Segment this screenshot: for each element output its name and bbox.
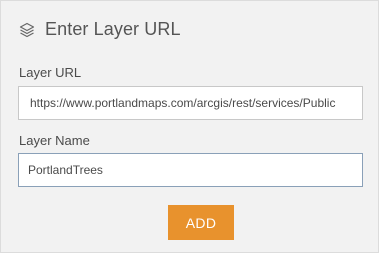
add-button[interactable]: ADD (168, 205, 234, 240)
layer-url-input[interactable] (18, 86, 363, 120)
layer-url-label: Layer URL (19, 65, 82, 80)
page-title: Enter Layer URL (45, 19, 181, 39)
layers-icon (18, 21, 36, 39)
layer-name-label: Layer Name (19, 133, 90, 148)
panel-header: Enter Layer URL (18, 19, 181, 40)
layer-name-input[interactable] (18, 153, 363, 187)
enter-layer-url-panel: Enter Layer URL Layer URL Layer Name ADD (0, 0, 379, 253)
